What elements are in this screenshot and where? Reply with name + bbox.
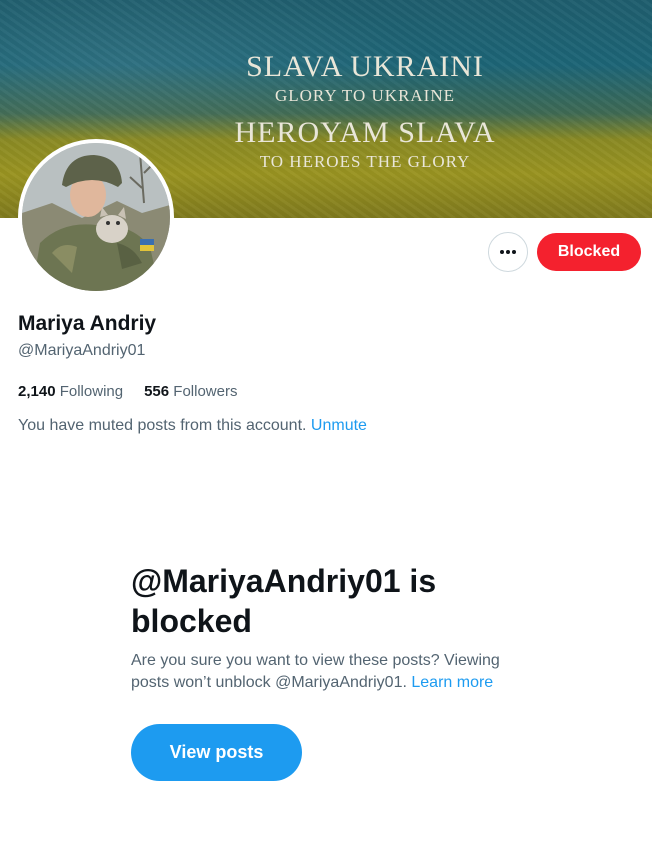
profile-page: SLAVA UKRAINI GLORY TO UKRAINE HEROYAM S… [0,0,652,853]
more-options-button[interactable] [488,232,528,272]
view-posts-button[interactable]: View posts [131,724,302,781]
profile-name: Mariya Andriy [18,312,157,335]
avatar-illustration [22,143,170,291]
profile-handle: @MariyaAndriy01 [18,342,146,359]
following-label: Following [59,383,124,400]
profile-stats: 2,140 Following 556 Followers [18,383,237,400]
avatar[interactable] [18,139,174,295]
following-link[interactable]: 2,140 Following [18,383,123,400]
followers-count: 556 [144,383,170,400]
learn-more-link[interactable]: Learn more [411,674,493,691]
more-horizontal-icon [500,250,516,254]
blocked-button[interactable]: Blocked [537,233,641,271]
unmute-link[interactable]: Unmute [311,417,367,434]
banner-line-2: GLORY TO UKRAINE [274,86,456,105]
blocked-description: Are you sure you want to view these post… [131,650,531,694]
followers-label: Followers [173,383,238,400]
banner-line-1: SLAVA UKRAINI [246,50,484,83]
muted-notice: You have muted posts from this account. … [18,417,367,435]
avatar-image [22,143,170,291]
following-count: 2,140 [18,383,56,400]
blocked-title: @MariyaAndriy01 is blocked [131,563,437,639]
followers-link[interactable]: 556 Followers [144,383,237,400]
muted-notice-text: You have muted posts from this account. [18,417,307,434]
banner-line-3: HEROYAM SLAVA [234,116,496,149]
banner-line-4: TO HEROES THE GLORY [259,152,471,171]
